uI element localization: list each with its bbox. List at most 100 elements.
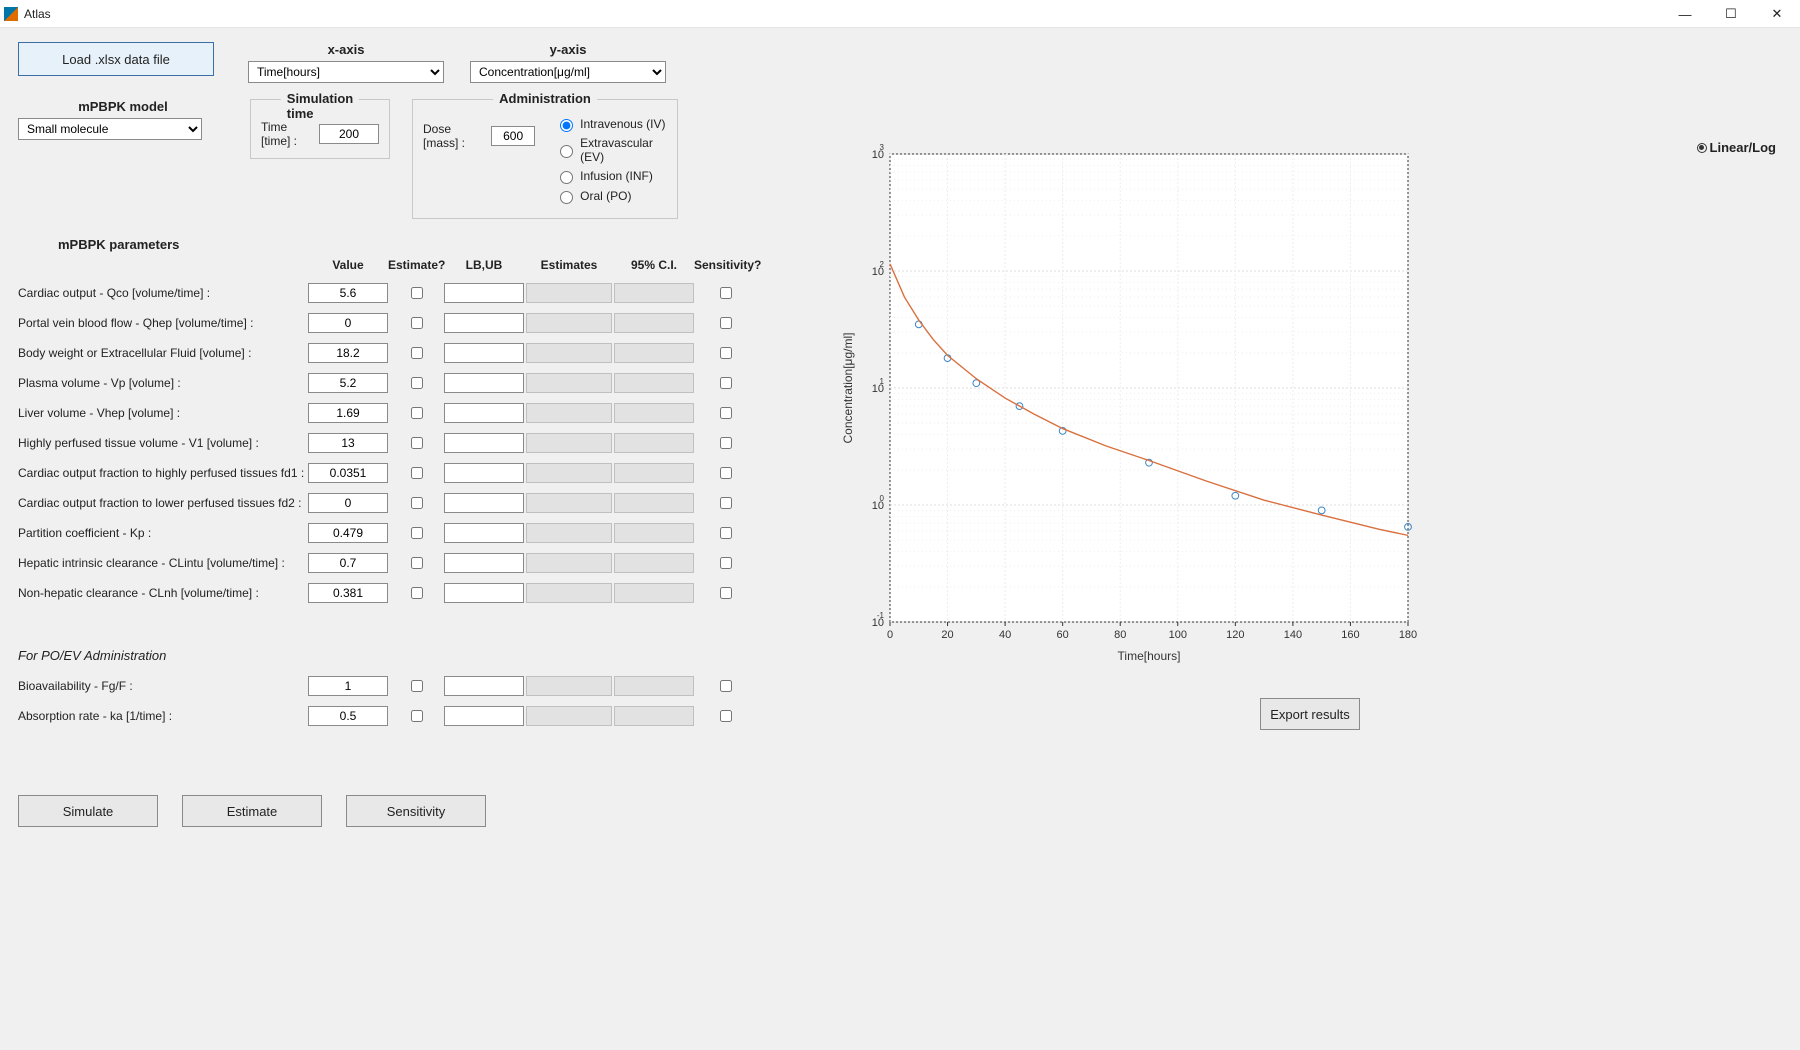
estimates-readonly xyxy=(526,583,612,603)
sensitivity-checkbox[interactable] xyxy=(720,587,732,599)
svg-text:Concentration[μg/ml]: Concentration[μg/ml] xyxy=(841,333,855,444)
estimate-checkbox[interactable] xyxy=(411,557,423,569)
sensitivity-checkbox[interactable] xyxy=(720,710,732,722)
param-value-input[interactable] xyxy=(308,403,388,423)
simulation-time-legend: Simulation time xyxy=(281,91,359,121)
load-xlsx-button[interactable]: Load .xlsx data file xyxy=(18,42,214,76)
svg-text:0: 0 xyxy=(887,629,893,641)
estimates-readonly xyxy=(526,283,612,303)
param-value-input[interactable] xyxy=(308,313,388,333)
estimate-checkbox[interactable] xyxy=(411,347,423,359)
lbub-input[interactable] xyxy=(444,313,524,333)
lbub-input[interactable] xyxy=(444,283,524,303)
param-label: Highly perfused tissue volume - V1 [volu… xyxy=(18,436,308,450)
estimate-checkbox[interactable] xyxy=(411,467,423,479)
col-estimate: Estimate? xyxy=(388,258,444,272)
sensitivity-checkbox[interactable] xyxy=(720,557,732,569)
lbub-input[interactable] xyxy=(444,523,524,543)
xaxis-select[interactable]: Time[hours] xyxy=(248,61,444,83)
admin-radio-iv[interactable]: Intravenous (IV) xyxy=(555,116,667,132)
estimate-checkbox[interactable] xyxy=(411,317,423,329)
yaxis-select[interactable]: Concentration[μg/ml] xyxy=(470,61,666,83)
estimates-readonly xyxy=(526,706,612,726)
param-value-input[interactable] xyxy=(308,523,388,543)
admin-radio-ev[interactable]: Extravascular (EV) xyxy=(555,136,667,164)
param-value-input[interactable] xyxy=(308,553,388,573)
estimate-checkbox[interactable] xyxy=(411,710,423,722)
sensitivity-checkbox[interactable] xyxy=(720,317,732,329)
estimate-checkbox[interactable] xyxy=(411,527,423,539)
param-value-input[interactable] xyxy=(308,493,388,513)
param-value-input[interactable] xyxy=(308,373,388,393)
svg-text:20: 20 xyxy=(941,629,953,641)
lbub-input[interactable] xyxy=(444,493,524,513)
lbub-input[interactable] xyxy=(444,676,524,696)
param-row: Body weight or Extracellular Fluid [volu… xyxy=(18,338,808,368)
export-results-button[interactable]: Export results xyxy=(1260,698,1360,730)
estimate-checkbox[interactable] xyxy=(411,377,423,389)
linear-log-toggle[interactable]: Linear/Log xyxy=(1697,140,1776,155)
dose-input[interactable] xyxy=(491,126,535,146)
param-value-input[interactable] xyxy=(308,583,388,603)
sensitivity-checkbox[interactable] xyxy=(720,680,732,692)
lbub-input[interactable] xyxy=(444,373,524,393)
maximize-button[interactable]: ☐ xyxy=(1708,0,1754,28)
param-value-input[interactable] xyxy=(308,706,388,726)
sensitivity-checkbox[interactable] xyxy=(720,467,732,479)
lbub-input[interactable] xyxy=(444,343,524,363)
time-input[interactable] xyxy=(319,124,379,144)
param-value-input[interactable] xyxy=(308,283,388,303)
sensitivity-checkbox[interactable] xyxy=(720,497,732,509)
svg-text:1: 1 xyxy=(880,377,885,386)
title-bar: Atlas — ☐ ✕ xyxy=(0,0,1800,28)
sensitivity-checkbox[interactable] xyxy=(720,407,732,419)
param-value-input[interactable] xyxy=(308,463,388,483)
minimize-button[interactable]: — xyxy=(1662,0,1708,28)
estimate-checkbox[interactable] xyxy=(411,437,423,449)
param-row: Liver volume - Vhep [volume] : xyxy=(18,398,808,428)
estimate-checkbox[interactable] xyxy=(411,287,423,299)
estimate-checkbox[interactable] xyxy=(411,587,423,599)
sensitivity-checkbox[interactable] xyxy=(720,287,732,299)
param-row: Highly perfused tissue volume - V1 [volu… xyxy=(18,428,808,458)
admin-radio-inf[interactable]: Infusion (INF) xyxy=(555,168,667,184)
lbub-input[interactable] xyxy=(444,553,524,573)
col-sensitivity: Sensitivity? xyxy=(694,258,756,272)
time-label: Time [time] : xyxy=(261,120,313,148)
param-value-input[interactable] xyxy=(308,433,388,453)
estimate-checkbox[interactable] xyxy=(411,497,423,509)
param-row: Partition coefficient - Kp : xyxy=(18,518,808,548)
lbub-input[interactable] xyxy=(444,403,524,423)
param-row: Cardiac output fraction to highly perfus… xyxy=(18,458,808,488)
svg-text:160: 160 xyxy=(1341,629,1359,641)
ci-readonly xyxy=(614,313,694,333)
simulation-time-group: Simulation time Time [time] : xyxy=(250,99,390,159)
svg-text:40: 40 xyxy=(999,629,1011,641)
estimate-checkbox[interactable] xyxy=(411,680,423,692)
sensitivity-checkbox[interactable] xyxy=(720,527,732,539)
estimate-checkbox[interactable] xyxy=(411,407,423,419)
estimates-readonly xyxy=(526,676,612,696)
admin-radio-po[interactable]: Oral (PO) xyxy=(555,188,667,204)
col-value: Value xyxy=(308,258,388,272)
close-button[interactable]: ✕ xyxy=(1754,0,1800,28)
ci-readonly xyxy=(614,523,694,543)
sensitivity-checkbox[interactable] xyxy=(720,437,732,449)
lbub-input[interactable] xyxy=(444,463,524,483)
estimates-readonly xyxy=(526,493,612,513)
param-label: Portal vein blood flow - Qhep [volume/ti… xyxy=(18,316,308,330)
sensitivity-checkbox[interactable] xyxy=(720,347,732,359)
param-row: Cardiac output fraction to lower perfuse… xyxy=(18,488,808,518)
model-select[interactable]: Small molecule xyxy=(18,118,202,140)
lbub-input[interactable] xyxy=(444,583,524,603)
lbub-input[interactable] xyxy=(444,433,524,453)
param-value-input[interactable] xyxy=(308,343,388,363)
estimate-button[interactable]: Estimate xyxy=(182,795,322,827)
svg-text:120: 120 xyxy=(1226,629,1244,641)
simulate-button[interactable]: Simulate xyxy=(18,795,158,827)
sensitivity-checkbox[interactable] xyxy=(720,377,732,389)
param-value-input[interactable] xyxy=(308,676,388,696)
param-row: Bioavailability - Fg/F : xyxy=(18,671,808,701)
sensitivity-button[interactable]: Sensitivity xyxy=(346,795,486,827)
lbub-input[interactable] xyxy=(444,706,524,726)
